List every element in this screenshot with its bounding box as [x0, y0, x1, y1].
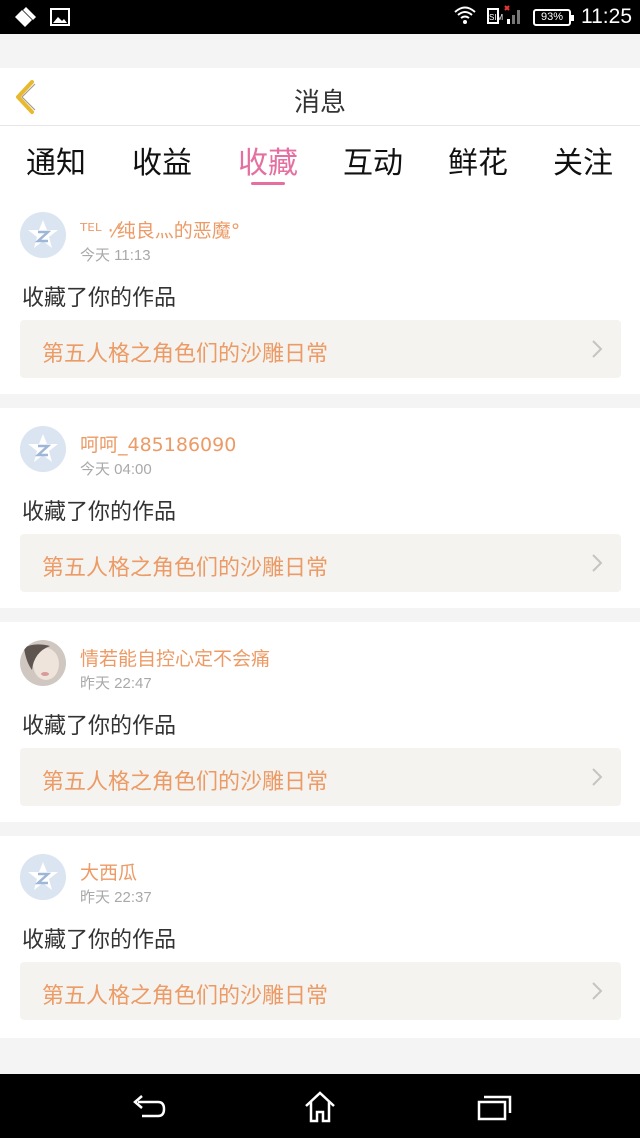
work-title: 第五人格之角色们的沙雕日常: [42, 984, 329, 1009]
avatar[interactable]: [20, 212, 66, 258]
work-link[interactable]: 第五人格之角色们的沙雕日常: [20, 534, 621, 592]
wifi-icon: [453, 5, 477, 29]
active-tab-indicator: [251, 182, 285, 185]
notification-icon: [12, 5, 38, 33]
page-title: 消息: [293, 88, 346, 118]
work-title: 第五人格之角色们的沙雕日常: [42, 342, 329, 367]
username[interactable]: 呵呵_485186090: [80, 430, 236, 457]
chevron-right-icon: [592, 340, 603, 358]
tab-notifications[interactable]: 通知: [16, 138, 96, 182]
home-icon: [305, 1091, 335, 1123]
home-nav-button[interactable]: [300, 1090, 340, 1124]
signal-icon: SIM: [487, 4, 523, 30]
list-item: 情若能自控心定不会痛 昨天 22:47 收藏了你的作品 第五人格之角色们的沙雕日…: [0, 622, 640, 822]
chevron-right-icon: [592, 768, 603, 786]
avatar[interactable]: [20, 426, 66, 472]
battery-level: 93%: [540, 11, 564, 23]
work-link[interactable]: 第五人格之角色们的沙雕日常: [20, 748, 621, 806]
battery-indicator: 93%: [533, 8, 574, 26]
list-item: 呵呵_485186090 今天 04:00 收藏了你的作品 第五人格之角色们的沙…: [0, 408, 640, 608]
image-icon: [50, 7, 70, 31]
back-arrow-icon: [133, 1095, 166, 1118]
status-bar: SIM 93% 11:25: [0, 0, 640, 34]
work-link[interactable]: 第五人格之角色们的沙雕日常: [20, 320, 621, 378]
tab-flowers[interactable]: 鲜花: [438, 138, 518, 182]
chevron-right-icon: [592, 554, 603, 572]
back-nav-button[interactable]: [128, 1090, 168, 1124]
tab-bar: 通知 收益 收藏 互动 鲜花 关注: [0, 126, 640, 194]
work-title: 第五人格之角色们的沙雕日常: [42, 770, 329, 795]
work-link[interactable]: 第五人格之角色们的沙雕日常: [20, 962, 621, 1020]
timestamp: 今天 11:13: [80, 247, 151, 264]
username[interactable]: ᵀᴱᴸ ·⁄纯良灬的恶魔°: [80, 216, 240, 243]
username[interactable]: 情若能自控心定不会痛: [80, 644, 270, 671]
timestamp: 昨天 22:47: [80, 675, 152, 692]
tab-earnings[interactable]: 收益: [122, 138, 202, 182]
photo-avatar-icon: [20, 640, 66, 686]
avatar[interactable]: [20, 854, 66, 900]
work-title: 第五人格之角色们的沙雕日常: [42, 556, 329, 581]
chevron-right-icon: [592, 982, 603, 1000]
header: 消息: [0, 68, 640, 126]
action-text: 收藏了你的作品: [22, 714, 177, 739]
tab-favorites[interactable]: 收藏: [228, 138, 308, 182]
timestamp: 昨天 22:37: [80, 889, 152, 906]
star-avatar-icon: [20, 426, 66, 472]
recent-apps-button[interactable]: [474, 1090, 514, 1124]
star-avatar-icon: [20, 212, 66, 258]
tab-interactions[interactable]: 互动: [333, 138, 413, 182]
star-avatar-icon: [20, 854, 66, 900]
system-nav-bar: [0, 1074, 640, 1138]
username[interactable]: 大西瓜: [80, 858, 137, 885]
timestamp: 今天 04:00: [80, 461, 152, 478]
tab-following[interactable]: 关注: [543, 138, 623, 182]
avatar[interactable]: [20, 640, 66, 686]
list-item: 大西瓜 昨天 22:37 收藏了你的作品 第五人格之角色们的沙雕日常: [0, 836, 640, 1038]
list-item: ᵀᴱᴸ ·⁄纯良灬的恶魔° 今天 11:13 收藏了你的作品 第五人格之角色们的…: [0, 194, 640, 394]
action-text: 收藏了你的作品: [22, 928, 177, 953]
action-text: 收藏了你的作品: [22, 286, 177, 311]
recent-apps-icon: [477, 1095, 512, 1121]
svg-text:SIM: SIM: [489, 13, 504, 22]
action-text: 收藏了你的作品: [22, 500, 177, 525]
clock: 11:25: [581, 5, 632, 28]
